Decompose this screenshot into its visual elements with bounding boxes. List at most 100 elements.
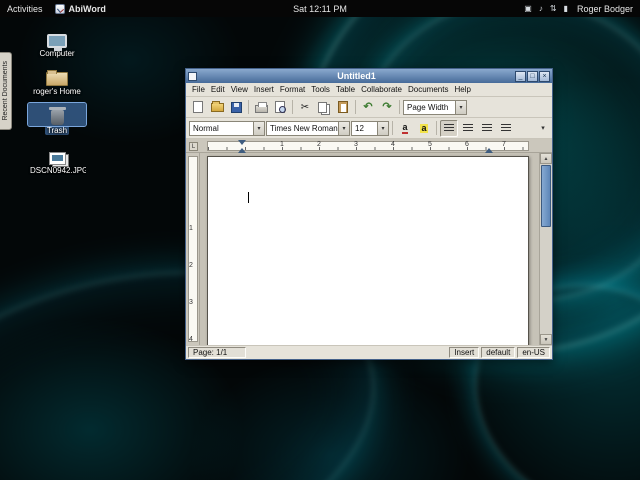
toolbar-overflow-button[interactable]: ▾ xyxy=(537,124,549,132)
toolbar-separator xyxy=(248,100,249,114)
paste-button[interactable] xyxy=(334,99,352,116)
ruler-number: 4 xyxy=(391,141,395,148)
desktop-icon-computer[interactable]: Computer xyxy=(28,26,86,60)
copy-button[interactable] xyxy=(315,99,333,116)
menu-help[interactable]: Help xyxy=(451,84,473,95)
toolbar-separator xyxy=(292,100,293,114)
redo-button[interactable]: ↷ xyxy=(378,99,396,116)
desktop-icon-home[interactable]: roger's Home xyxy=(28,64,86,98)
scroll-down-button[interactable]: ▼ xyxy=(540,334,552,345)
window-icon xyxy=(188,72,197,81)
app-menu-label: AbiWord xyxy=(69,4,106,14)
ruler-number: 2 xyxy=(317,141,321,148)
menu-collaborate[interactable]: Collaborate xyxy=(358,84,405,95)
menu-format[interactable]: Format xyxy=(277,84,308,95)
desktop-icon-label: DSCN0942.JPG.jpg xyxy=(28,166,86,175)
insert-mode-indicator[interactable]: Insert xyxy=(449,347,479,358)
zoom-combobox[interactable]: Page Width ▾ xyxy=(403,100,467,115)
tab-selector-button[interactable]: L xyxy=(189,142,198,151)
save-button[interactable] xyxy=(227,99,245,116)
new-document-button[interactable] xyxy=(189,99,207,116)
recent-documents-drawer[interactable]: Recent Documents xyxy=(0,52,12,130)
vertical-scrollbar[interactable]: ▲ ▼ xyxy=(539,153,552,345)
menu-table[interactable]: Table xyxy=(333,84,358,95)
battery-indicator-icon[interactable]: ▮ xyxy=(564,4,568,13)
desktop-icon-label: Trash xyxy=(45,126,69,135)
close-button[interactable]: × xyxy=(539,71,550,82)
cut-button[interactable]: ✂ xyxy=(296,99,314,116)
zoom-value: Page Width xyxy=(407,103,455,112)
standard-toolbar: ✂ ↶ ↷ Page Width ▾ xyxy=(186,97,552,118)
font-color-icon: a xyxy=(402,123,407,134)
ruler-number: 4 xyxy=(189,336,193,343)
dropdown-arrow-icon[interactable]: ▾ xyxy=(455,101,466,114)
menu-documents[interactable]: Documents xyxy=(405,84,451,95)
new-document-icon xyxy=(193,101,203,113)
minimize-button[interactable]: _ xyxy=(515,71,526,82)
first-line-indent-marker[interactable] xyxy=(238,140,246,145)
desktop-icon-photo-file[interactable]: DSCN0942.JPG.jpg xyxy=(28,143,86,177)
ruler-number: 2 xyxy=(189,262,193,269)
document-page[interactable] xyxy=(207,156,529,345)
menu-insert[interactable]: Insert xyxy=(251,84,277,95)
language-indicator: en-US xyxy=(517,347,550,358)
maximize-button[interactable]: □ xyxy=(527,71,538,82)
network-indicator-icon[interactable]: ⇅ xyxy=(550,4,557,13)
format-toolbar: Normal ▾ Times New Roman ▾ 12 ▾ a a ▾ xyxy=(186,118,552,139)
vertical-ruler-page-strip xyxy=(188,156,198,342)
style-combobox[interactable]: Normal ▾ xyxy=(189,121,265,136)
font-color-button[interactable]: a xyxy=(396,120,414,137)
keyboard-indicator-icon[interactable]: ▣ xyxy=(524,4,532,13)
highlight-icon: a xyxy=(420,124,427,133)
print-button[interactable] xyxy=(252,99,270,116)
align-justify-icon xyxy=(501,124,511,133)
document-canvas[interactable] xyxy=(200,153,539,345)
undo-button[interactable]: ↶ xyxy=(359,99,377,116)
vertical-ruler[interactable]: 1 2 3 4 xyxy=(186,153,200,345)
dropdown-arrow-icon[interactable]: ▾ xyxy=(377,122,388,135)
ruler-page-strip xyxy=(207,141,529,151)
font-combobox[interactable]: Times New Roman ▾ xyxy=(266,121,350,136)
align-center-icon xyxy=(463,124,473,133)
toolbar-separator xyxy=(392,121,393,135)
save-icon xyxy=(231,102,242,113)
app-menu[interactable]: AbiWord xyxy=(55,4,106,14)
style-value: Normal xyxy=(193,124,253,133)
highlight-button[interactable]: a xyxy=(415,120,433,137)
volume-indicator-icon[interactable]: ♪ xyxy=(539,4,543,13)
copy-icon xyxy=(318,102,327,113)
align-right-button[interactable] xyxy=(478,120,496,137)
status-bar: Page: 1/1 Insert default en-US xyxy=(186,345,552,359)
scrollbar-thumb[interactable] xyxy=(541,165,551,227)
print-preview-button[interactable] xyxy=(271,99,289,116)
user-menu[interactable]: Roger Bodger xyxy=(575,4,633,14)
scroll-up-button[interactable]: ▲ xyxy=(540,153,552,164)
home-folder-icon xyxy=(46,72,68,86)
menu-tools[interactable]: Tools xyxy=(308,84,333,95)
ruler-number: 6 xyxy=(465,141,469,148)
menu-view[interactable]: View xyxy=(228,84,251,95)
ruler-number: 1 xyxy=(280,141,284,148)
titlebar[interactable]: Untitled1 _ □ × xyxy=(186,69,552,83)
font-value: Times New Roman xyxy=(270,124,338,133)
ruler-number: 1 xyxy=(189,225,193,232)
open-folder-icon xyxy=(211,103,224,112)
recent-documents-label: Recent Documents xyxy=(2,61,9,121)
align-left-button[interactable] xyxy=(440,120,458,137)
menu-edit[interactable]: Edit xyxy=(208,84,228,95)
menu-file[interactable]: File xyxy=(189,84,208,95)
ruler-number: 5 xyxy=(428,141,432,148)
align-left-icon xyxy=(444,124,454,133)
computer-icon xyxy=(47,34,67,48)
desktop-icon-trash[interactable]: Trash xyxy=(28,103,86,137)
paste-icon xyxy=(338,101,348,113)
dropdown-arrow-icon[interactable]: ▾ xyxy=(253,122,264,135)
open-button[interactable] xyxy=(208,99,226,116)
align-justify-button[interactable] xyxy=(497,120,515,137)
horizontal-ruler[interactable]: L 1 2 3 4 5 6 7 xyxy=(186,139,552,153)
clock[interactable]: Sat 12:11 PM xyxy=(293,4,347,14)
font-size-combobox[interactable]: 12 ▾ xyxy=(351,121,389,136)
align-center-button[interactable] xyxy=(459,120,477,137)
dropdown-arrow-icon[interactable]: ▾ xyxy=(338,122,349,135)
activities-button[interactable]: Activities xyxy=(7,4,43,14)
